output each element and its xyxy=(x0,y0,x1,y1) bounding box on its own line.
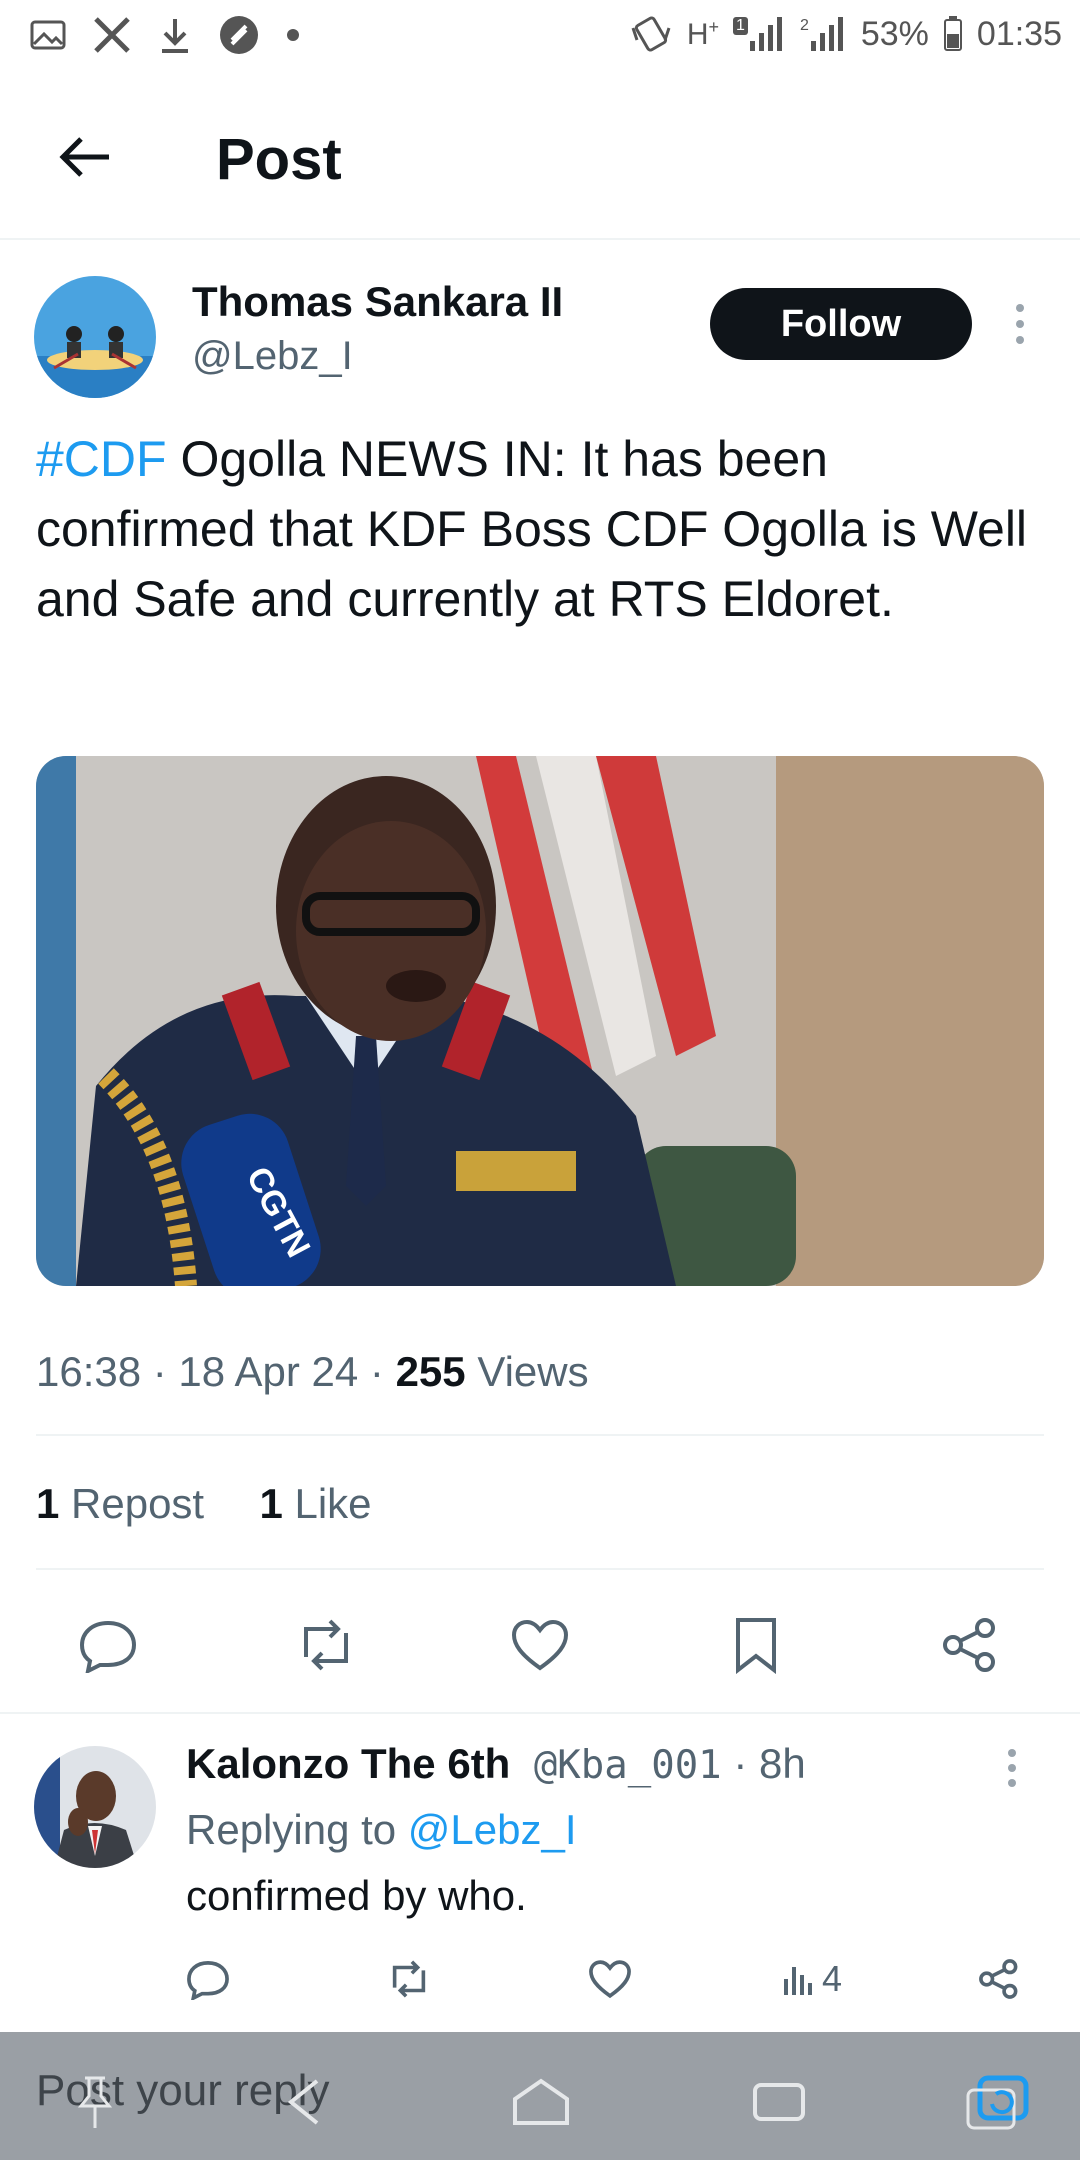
views-label: Views xyxy=(465,1348,589,1395)
signal-2-icon xyxy=(810,17,843,51)
share-icon xyxy=(979,1959,1018,1999)
tweet-text: #CDF Ogolla NEWS IN: It has been confirm… xyxy=(36,424,1036,634)
reply-views-button[interactable]: 4 xyxy=(782,1954,842,2004)
tweet-media-image[interactable]: CGTN xyxy=(36,756,1044,1286)
views-count: 255 xyxy=(395,1348,466,1395)
more-vertical-icon xyxy=(1008,1749,1016,1787)
reply-button[interactable] xyxy=(68,1612,148,1678)
avatar-image xyxy=(34,276,156,398)
share-icon xyxy=(943,1618,995,1672)
reposts-stat[interactable]: 1 Repost xyxy=(36,1480,204,1527)
reply-avatar[interactable] xyxy=(34,1746,156,1868)
likes-label: Like xyxy=(282,1480,372,1527)
page-title: Post xyxy=(216,127,342,192)
follow-button[interactable]: Follow xyxy=(710,288,972,360)
sim1-badge: 1 xyxy=(733,17,748,35)
reply-text: confirmed by who. xyxy=(186,1872,527,1919)
sim1-signal: 1 xyxy=(733,17,786,51)
replying-to: Replying to @Lebz_I xyxy=(186,1806,577,1854)
nav-back-button[interactable] xyxy=(270,2072,340,2132)
recents-icon xyxy=(753,2083,805,2121)
x-logo-icon xyxy=(94,17,130,53)
vibrate-icon xyxy=(631,16,671,52)
likes-count: 1 xyxy=(259,1480,283,1527)
engagement-stats: 1 Repost 1 Like xyxy=(36,1480,372,1528)
repost-icon xyxy=(392,1960,426,1998)
replying-mention[interactable]: @Lebz_I xyxy=(408,1806,577,1853)
arrow-left-icon xyxy=(59,137,109,177)
reply-icon xyxy=(187,1961,229,2000)
like-icon xyxy=(589,1960,631,1999)
likes-stat[interactable]: 1 Like xyxy=(259,1480,371,1527)
nav-screenshot-button[interactable] xyxy=(962,2072,1032,2132)
status-bar: H+ 1 2 53% 01:35 xyxy=(0,0,1080,72)
author-handle[interactable]: @Lebz_I xyxy=(192,334,353,379)
top-header: Post xyxy=(0,100,1080,240)
reply-header: Kalonzo The 6th @Kba_001 · 8h xyxy=(186,1740,806,1788)
nav-recents-button[interactable] xyxy=(744,2072,814,2132)
reply-share-button[interactable] xyxy=(978,1954,1020,2004)
like-icon xyxy=(511,1619,569,1671)
header-divider xyxy=(0,238,1080,240)
network-type: H+ xyxy=(686,16,720,51)
reply-reply-button[interactable] xyxy=(186,1954,230,2004)
share-button[interactable] xyxy=(930,1612,1010,1678)
like-button[interactable] xyxy=(500,1612,580,1678)
back-button[interactable] xyxy=(50,122,120,192)
battery-percent: 53% xyxy=(860,14,929,53)
sim2-signal: 2 xyxy=(800,17,847,51)
sim2-badge: 2 xyxy=(799,17,809,34)
signal-1-icon xyxy=(749,17,782,51)
hashtag-link[interactable]: #CDF xyxy=(36,431,167,487)
tweet-body: Ogolla NEWS IN: It has been confirmed th… xyxy=(36,431,1028,627)
views-chart-icon xyxy=(784,1967,812,1995)
reply-repost-button[interactable] xyxy=(386,1954,432,2004)
author-name[interactable]: Thomas Sankara II xyxy=(192,278,563,326)
reply-more-button[interactable] xyxy=(1006,1748,1018,1793)
gallery-icon xyxy=(30,20,66,50)
download-icon xyxy=(162,19,188,53)
photo-general: CGTN xyxy=(36,756,1044,1286)
repost-button[interactable] xyxy=(286,1612,366,1678)
actions-divider xyxy=(0,1712,1080,1714)
nav-pin-button[interactable] xyxy=(60,2072,130,2132)
pin-icon xyxy=(77,2076,113,2128)
reposts-count: 1 xyxy=(36,1480,60,1527)
tweet-timestamp: 16:38 · 18 Apr 24 · xyxy=(36,1348,396,1395)
reply-author-name[interactable]: Kalonzo The 6th xyxy=(186,1740,510,1787)
clock: 01:35 xyxy=(976,14,1062,53)
nav-home-button[interactable] xyxy=(506,2072,576,2132)
status-right: H+ 1 2 53% 01:35 xyxy=(629,14,1062,54)
reply-author-handle[interactable]: @Kba_001 xyxy=(510,1743,722,1788)
dot-icon xyxy=(287,29,299,41)
reposts-label: Repost xyxy=(59,1480,205,1527)
repost-icon xyxy=(304,1619,348,1671)
reply-like-button[interactable] xyxy=(588,1954,632,2004)
reply-views-count: 4 xyxy=(822,1958,843,1999)
meta-divider xyxy=(36,1434,1044,1436)
stats-divider xyxy=(36,1568,1044,1570)
reply-avatar-image xyxy=(34,1746,156,1868)
reply-icon xyxy=(79,1620,137,1673)
tweet-meta: 16:38 · 18 Apr 24 · 255 Views xyxy=(36,1348,589,1396)
threads-icon xyxy=(220,16,258,54)
more-vertical-icon xyxy=(1016,304,1024,344)
home-icon xyxy=(513,2078,569,2125)
bookmark-icon xyxy=(736,1618,776,1674)
screenshot-icon xyxy=(966,2075,1029,2130)
chevron-left-icon xyxy=(287,2079,319,2125)
author-avatar[interactable] xyxy=(34,276,156,398)
replying-prefix: Replying to xyxy=(186,1806,408,1853)
bookmark-button[interactable] xyxy=(716,1612,796,1678)
battery-icon xyxy=(943,16,962,51)
status-left xyxy=(30,14,300,56)
more-options-button[interactable] xyxy=(1000,296,1040,352)
reply-time: · 8h xyxy=(721,1740,806,1787)
